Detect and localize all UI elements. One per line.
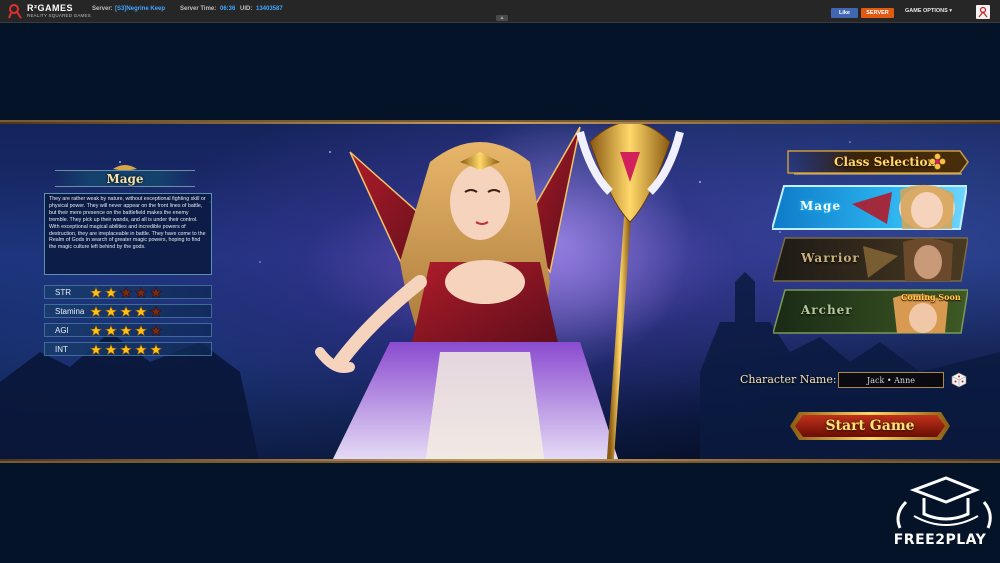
facebook-like-label: Like <box>838 10 850 16</box>
page: R²GAMES REALITY SQUARED GAMES Server: [S… <box>0 0 1000 563</box>
star-filled-icon <box>120 325 132 336</box>
stat-row: Stamina <box>44 304 212 318</box>
class-stats: STR Stamina AGI INT <box>44 285 212 361</box>
star-empty-icon <box>150 306 162 317</box>
server-time-label: Server Time: <box>180 6 217 12</box>
star-filled-icon <box>90 344 102 355</box>
star-filled-icon <box>120 344 132 355</box>
stage-border-top <box>0 122 1000 124</box>
server-label: Server: <box>92 6 113 12</box>
stat-label: INT <box>55 345 68 354</box>
star-empty-icon <box>120 287 132 298</box>
class-card-archer[interactable]: Archer Coming Soon <box>773 288 968 335</box>
collapse-toolbar-button[interactable]: ▲ <box>496 15 508 21</box>
brand-name: R²GAMES <box>27 3 73 13</box>
flower-emblem-icon <box>929 153 946 170</box>
star-filled-icon <box>105 344 117 355</box>
coming-soon-badge: Coming Soon <box>901 292 961 302</box>
class-selection-title: Class Selection <box>834 155 937 169</box>
r2games-logo[interactable]: R²GAMES REALITY SQUARED GAMES <box>8 3 91 20</box>
server-time-value: 06:36 <box>220 6 236 12</box>
stat-label: AGI <box>55 326 69 335</box>
star-filled-icon <box>105 287 117 298</box>
server-button[interactable]: SERVER <box>861 8 894 18</box>
facebook-like-button[interactable]: Like <box>831 8 858 18</box>
character-name-label: Character Name: <box>740 373 837 386</box>
uid-label: UID: <box>240 6 253 12</box>
stat-stars <box>90 306 162 317</box>
star-filled-icon <box>135 344 147 355</box>
top-bar: R²GAMES REALITY SQUARED GAMES Server: [S… <box>0 0 1000 23</box>
star-empty-icon <box>135 287 147 298</box>
account-button[interactable] <box>976 5 990 19</box>
character-name-input[interactable] <box>838 372 944 388</box>
random-name-button[interactable] <box>951 372 967 388</box>
class-selection-header: Class Selection <box>784 147 970 177</box>
class-label-archer: Archer <box>801 303 853 317</box>
stat-row: AGI <box>44 323 212 337</box>
start-game-button[interactable]: Start Game <box>789 408 951 444</box>
free2play-watermark-text: FREE2PLAY <box>893 532 987 548</box>
star-filled-icon <box>105 325 117 336</box>
class-label-warrior: Warrior <box>801 251 860 265</box>
class-label-mage: Mage <box>800 199 842 213</box>
start-game-label: Start Game <box>825 418 915 434</box>
star-filled-icon <box>90 325 102 336</box>
brand-subtitle: REALITY SQUARED GAMES <box>27 13 91 18</box>
stage-border-bottom <box>0 459 1000 461</box>
game-options-menu[interactable]: GAME OPTIONS ▾ <box>905 8 952 14</box>
stat-label: STR <box>55 288 71 297</box>
star-filled-icon <box>105 306 117 317</box>
person-icon <box>978 6 988 18</box>
game-stage: Mage They are rather weak by nature, wit… <box>0 120 1000 463</box>
stat-row: STR <box>44 285 212 299</box>
star-empty-icon <box>150 287 162 298</box>
star-filled-icon <box>90 287 102 298</box>
star-empty-icon <box>150 325 162 336</box>
stat-stars <box>90 287 162 298</box>
star-filled-icon <box>150 344 162 355</box>
server-value: [S3]Negrine Keep <box>115 6 166 12</box>
class-title: Mage <box>55 170 195 187</box>
star-filled-icon <box>90 306 102 317</box>
dice-icon <box>951 372 967 388</box>
class-card-warrior[interactable]: Warrior <box>773 236 968 283</box>
class-title-banner: Mage <box>55 165 195 188</box>
stat-row: INT <box>44 342 212 356</box>
uid-value: 13403587 <box>256 6 283 12</box>
class-description: They are rather weak by nature, without … <box>44 193 212 275</box>
star-filled-icon <box>135 306 147 317</box>
class-card-mage[interactable]: Mage <box>772 184 967 231</box>
star-filled-icon <box>120 306 132 317</box>
mage-hero-illustration <box>315 122 684 461</box>
stat-stars <box>90 325 162 336</box>
stat-stars <box>90 344 162 355</box>
stat-label: Stamina <box>55 307 85 316</box>
star-filled-icon <box>135 325 147 336</box>
r2games-logo-icon <box>8 4 22 19</box>
